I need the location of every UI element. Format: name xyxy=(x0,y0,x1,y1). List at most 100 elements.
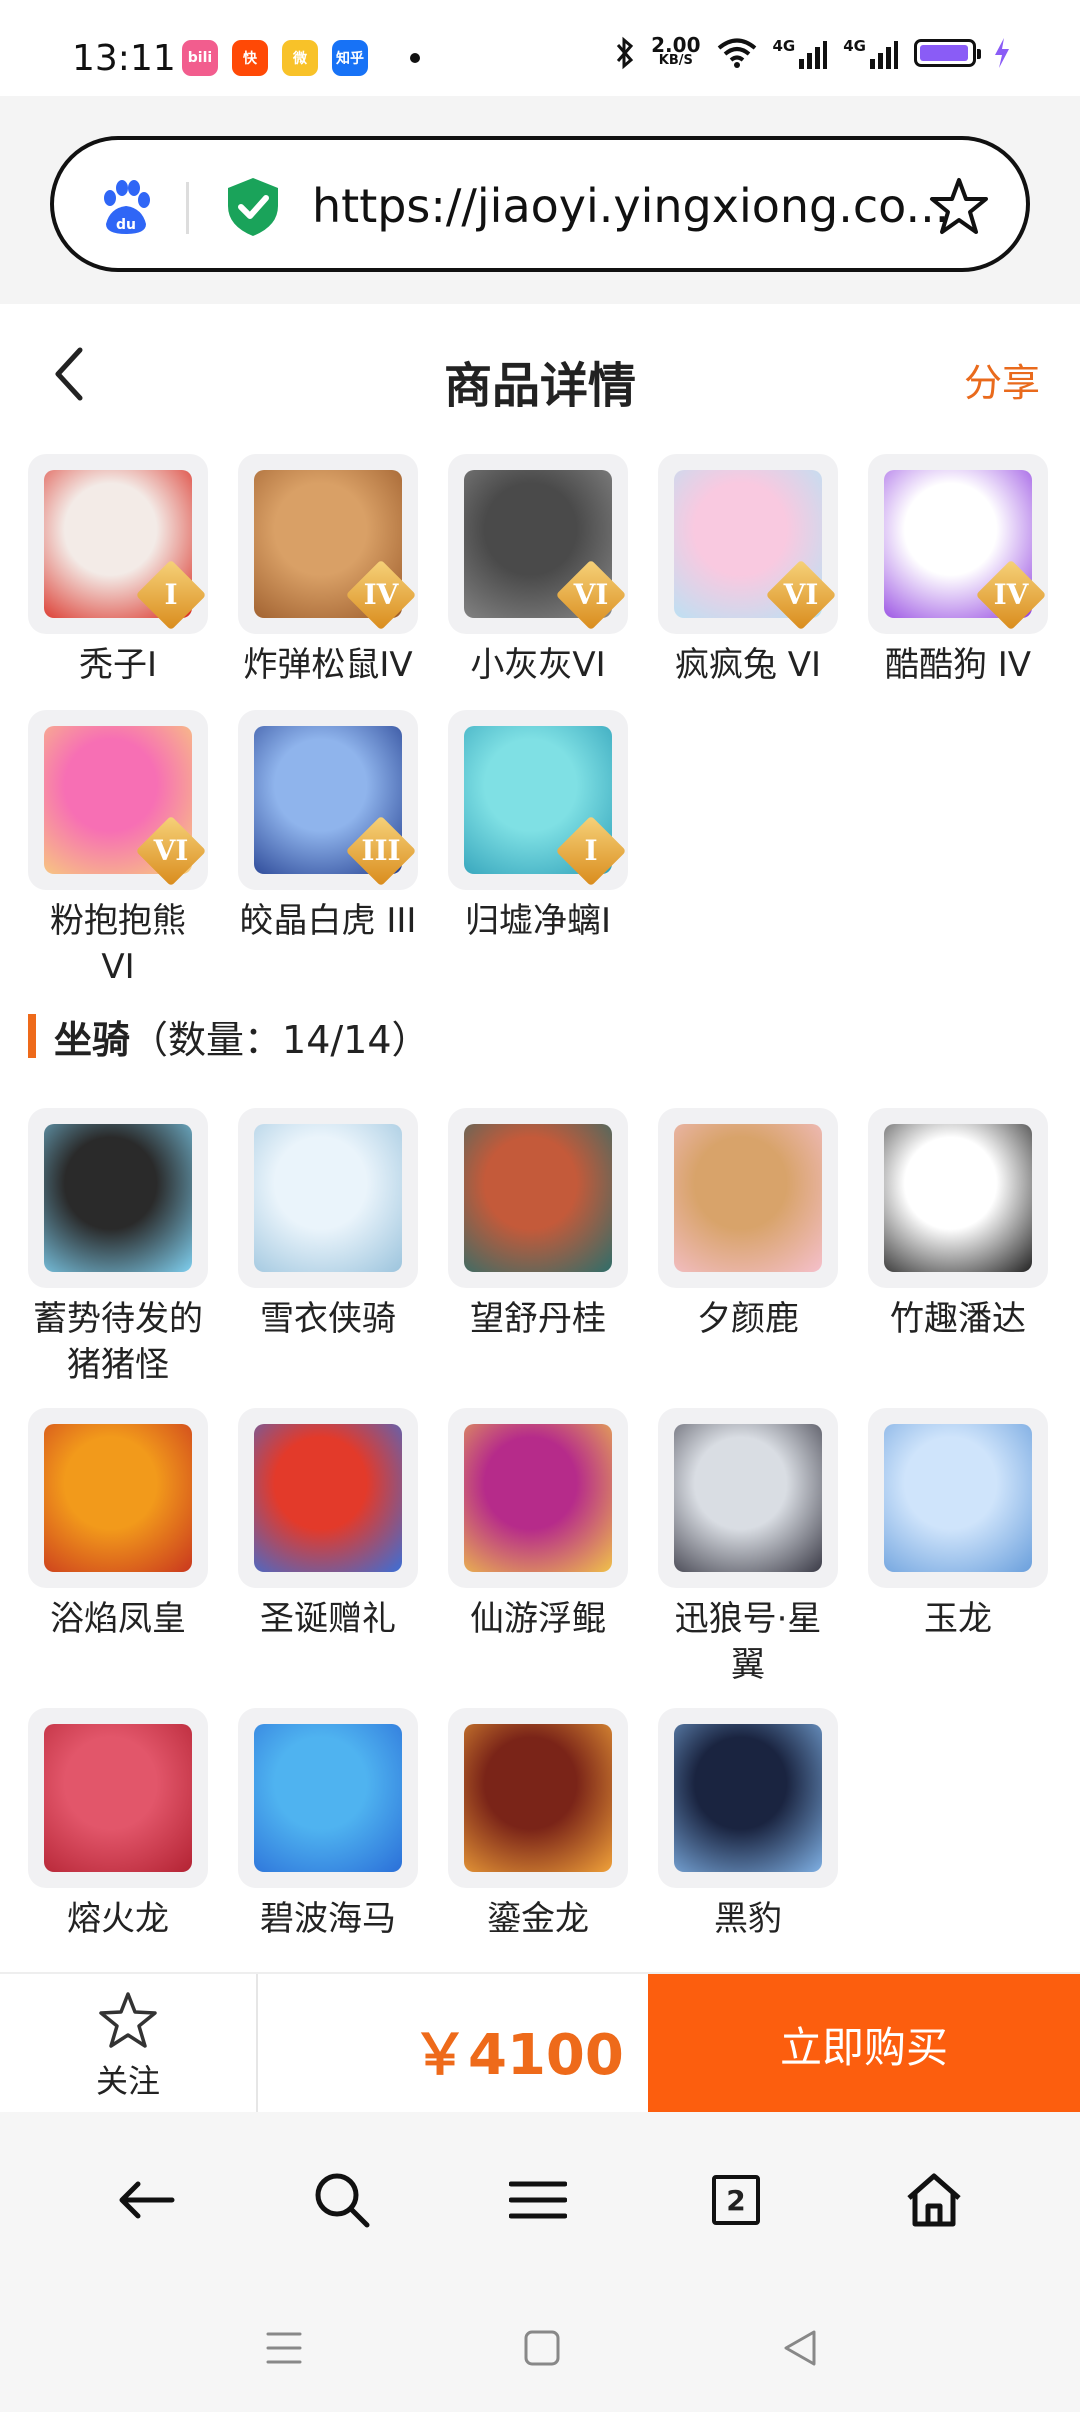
grade-label: I xyxy=(164,578,178,611)
system-nav-bar xyxy=(0,2282,1080,2412)
triangle-back-icon xyxy=(784,2330,816,2366)
skin-item[interactable]: VI 小灰灰VI xyxy=(448,454,628,688)
mounts-title: 坐骑 xyxy=(54,1017,131,1062)
browser-back-button[interactable] xyxy=(106,2160,186,2240)
cell-signal-1: 4G xyxy=(773,37,828,69)
item-artwork xyxy=(464,1724,612,1872)
item-name: 鎏金龙 xyxy=(487,1899,589,1939)
url-text[interactable]: https://jiaoyi.yingxiong.co... xyxy=(312,176,952,236)
grade-badge-icon: I xyxy=(555,815,627,887)
item-thumbnail xyxy=(448,1108,628,1288)
item-name: 黑豹 xyxy=(714,1899,782,1939)
mount-item[interactable]: 熔火龙 xyxy=(28,1708,208,1942)
home-button[interactable] xyxy=(894,2160,974,2240)
grade-badge-icon: IV xyxy=(975,559,1047,631)
charging-icon xyxy=(995,38,1009,68)
zhihu-icon: 知乎 xyxy=(332,40,368,76)
bookmark-star-icon[interactable] xyxy=(928,176,990,238)
mount-item[interactable]: 迅狼号·星翼 xyxy=(658,1408,838,1688)
item-thumbnail xyxy=(448,1408,628,1588)
page-header: 商品详情 分享 xyxy=(0,304,1080,444)
share-button[interactable]: 分享 xyxy=(964,352,1040,407)
back-nav-button[interactable] xyxy=(770,2318,830,2378)
mount-item[interactable]: 浴焰凤皇 xyxy=(28,1408,208,1642)
item-thumbnail: IV xyxy=(868,454,1048,634)
follow-button[interactable]: 关注 xyxy=(0,1974,258,2114)
search-button[interactable] xyxy=(302,2160,382,2240)
mount-item[interactable]: 碧波海马 xyxy=(238,1708,418,1942)
item-artwork xyxy=(44,1124,192,1272)
item-artwork xyxy=(254,1424,402,1572)
mount-item[interactable]: 黑豹 xyxy=(658,1708,838,1942)
item-name: 望舒丹桂 xyxy=(470,1299,606,1339)
status-indicators: 2.00 KB/S 4G 4G xyxy=(615,35,1012,70)
baidu-icon[interactable]: du xyxy=(96,178,156,238)
tab-count: 2 xyxy=(712,2175,760,2225)
url-box[interactable]: du https://jiaoyi.yingxiong.co... xyxy=(50,136,1030,272)
signal-icon xyxy=(870,41,898,69)
mount-item[interactable]: 雪衣侠骑 xyxy=(238,1108,418,1342)
item-artwork xyxy=(674,1724,822,1872)
status-time: 13:11 xyxy=(72,38,176,79)
item-thumbnail: VI xyxy=(448,454,628,634)
item-thumbnail xyxy=(448,1708,628,1888)
menu-icon xyxy=(509,2181,567,2219)
item-artwork xyxy=(254,1724,402,1872)
skin-item[interactable]: III 皎晶白虎 III xyxy=(238,710,418,944)
grade-label: IV xyxy=(993,578,1029,611)
grade-label: VI xyxy=(783,578,819,611)
bluetooth-icon xyxy=(617,36,634,70)
grade-label: III xyxy=(361,834,401,867)
tabs-button[interactable]: 2 xyxy=(696,2160,776,2240)
grade-badge-icon: III xyxy=(345,815,417,887)
more-notifications-dot xyxy=(410,53,420,63)
home-nav-button[interactable] xyxy=(512,2318,572,2378)
menu-button[interactable] xyxy=(498,2160,578,2240)
skin-item[interactable]: IV 炸弹松鼠IV xyxy=(238,454,418,688)
mount-item[interactable]: 圣诞赠礼 xyxy=(238,1408,418,1642)
grade-label: VI xyxy=(153,834,189,867)
arrow-left-icon xyxy=(119,2181,175,2219)
home-icon xyxy=(907,2173,961,2227)
weibo-icon: 微 xyxy=(282,40,318,76)
grade-badge-icon: VI xyxy=(765,559,837,631)
browser-address-bar: du https://jiaoyi.yingxiong.co... xyxy=(0,96,1080,304)
recents-button[interactable] xyxy=(254,2318,314,2378)
skin-item[interactable]: I 归墟净螭I xyxy=(448,710,628,944)
item-thumbnail xyxy=(658,1408,838,1588)
item-thumbnail xyxy=(28,1108,208,1288)
mount-item[interactable]: 竹趣潘达 xyxy=(868,1108,1048,1342)
skin-item[interactable]: VI 疯疯兔 VI xyxy=(658,454,838,688)
section-text: 坐骑（数量：14/14） xyxy=(54,1009,430,1064)
mount-item[interactable]: 鎏金龙 xyxy=(448,1708,628,1942)
mount-item[interactable]: 夕颜鹿 xyxy=(658,1108,838,1342)
item-name: 竹趣潘达 xyxy=(890,1299,1026,1339)
shield-check-icon[interactable] xyxy=(226,176,280,238)
mount-item[interactable]: 望舒丹桂 xyxy=(448,1108,628,1342)
net-speed: 2.00 KB/S xyxy=(651,35,700,69)
item-thumbnail: VI xyxy=(658,454,838,634)
skin-item[interactable]: VI 粉抱抱熊 VI xyxy=(28,710,208,990)
item-thumbnail xyxy=(658,1108,838,1288)
net-type-1: 4G xyxy=(772,37,796,55)
mount-item[interactable]: 蓄势待发的猪猪怪 xyxy=(28,1108,208,1388)
item-thumbnail: VI xyxy=(28,710,208,890)
bilibili-icon: bili xyxy=(182,40,218,76)
grade-label: VI xyxy=(573,578,609,611)
grade-label: IV xyxy=(363,578,399,611)
recents-icon xyxy=(266,2332,302,2364)
skin-item[interactable]: IV 酷酷狗 IV xyxy=(868,454,1048,688)
item-thumbnail xyxy=(658,1708,838,1888)
buy-now-button[interactable]: 立即购买 xyxy=(648,1974,1080,2114)
mount-item[interactable]: 玉龙 xyxy=(868,1408,1048,1642)
item-artwork xyxy=(44,1424,192,1572)
section-marker xyxy=(28,1014,36,1058)
browser-toolbar: 2 xyxy=(0,2112,1080,2282)
item-thumbnail xyxy=(238,1108,418,1288)
mount-item[interactable]: 仙游浮鲲 xyxy=(448,1408,628,1642)
item-artwork xyxy=(884,1124,1032,1272)
price: ￥4100 xyxy=(412,2023,624,2088)
item-name: 仙游浮鲲 xyxy=(470,1599,606,1639)
cell-signal-2: 4G xyxy=(843,37,898,69)
skin-item[interactable]: I 秃子I xyxy=(28,454,208,688)
